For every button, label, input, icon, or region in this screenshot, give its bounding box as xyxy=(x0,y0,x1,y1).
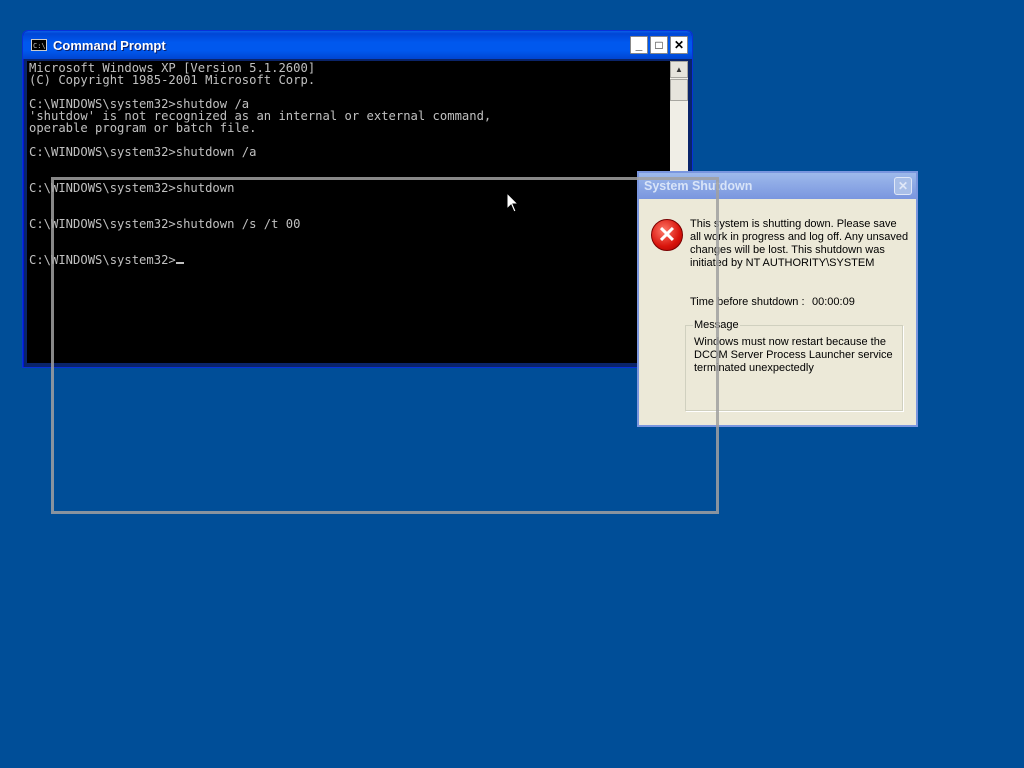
console-icon[interactable]: C:\ xyxy=(31,39,47,51)
shutdown-reason: Windows must now restart because the DCO… xyxy=(694,336,893,374)
shutdown-countdown: 00:00:09 xyxy=(812,296,855,308)
close-button[interactable]: ✕ xyxy=(670,36,688,54)
scroll-thumb[interactable] xyxy=(670,79,688,101)
message-group-label: Message xyxy=(693,319,740,332)
dialog-close-button[interactable]: ✕ xyxy=(894,177,912,195)
system-shutdown-dialog[interactable]: System Shutdown ✕ ✕ This system is shutt… xyxy=(637,171,918,427)
shutdown-message: This system is shutting down. Please sav… xyxy=(690,218,909,269)
console-line: C:\WINDOWS\system32>shutdown /a xyxy=(29,145,257,159)
mouse-pointer-icon xyxy=(506,192,520,213)
scroll-up-arrow-icon[interactable]: ▲ xyxy=(670,61,688,78)
desktop: C:\ Command Prompt _ □ ✕ Microsoft Windo… xyxy=(0,0,1024,768)
maximize-button[interactable]: □ xyxy=(650,36,668,54)
minimize-button[interactable]: _ xyxy=(630,36,648,54)
console-line: (C) Copyright 1985-2001 Microsoft Corp. xyxy=(29,73,316,87)
console-line: C:\WINDOWS\system32>shutdown xyxy=(29,181,235,195)
console-output[interactable]: Microsoft Windows XP [Version 5.1.2600](… xyxy=(27,61,670,363)
message-groupbox: Message Windows must now restart because… xyxy=(685,319,903,411)
console-line: operable program or batch file. xyxy=(29,121,257,135)
text-cursor xyxy=(175,262,184,264)
dialog-title: System Shutdown xyxy=(644,179,753,193)
cmd-window-title: Command Prompt xyxy=(53,37,166,53)
console-line: C:\WINDOWS\system32> xyxy=(29,254,668,266)
dialog-titlebar[interactable]: System Shutdown ✕ xyxy=(639,173,916,199)
error-icon: ✕ xyxy=(651,219,683,251)
command-prompt-window[interactable]: C:\ Command Prompt _ □ ✕ Microsoft Windo… xyxy=(22,30,693,368)
time-before-shutdown-label: Time before shutdown : xyxy=(690,296,805,308)
cmd-titlebar[interactable]: C:\ Command Prompt _ □ ✕ xyxy=(23,31,692,59)
console-line: C:\WINDOWS\system32>shutdown /s /t 00 xyxy=(29,217,301,231)
